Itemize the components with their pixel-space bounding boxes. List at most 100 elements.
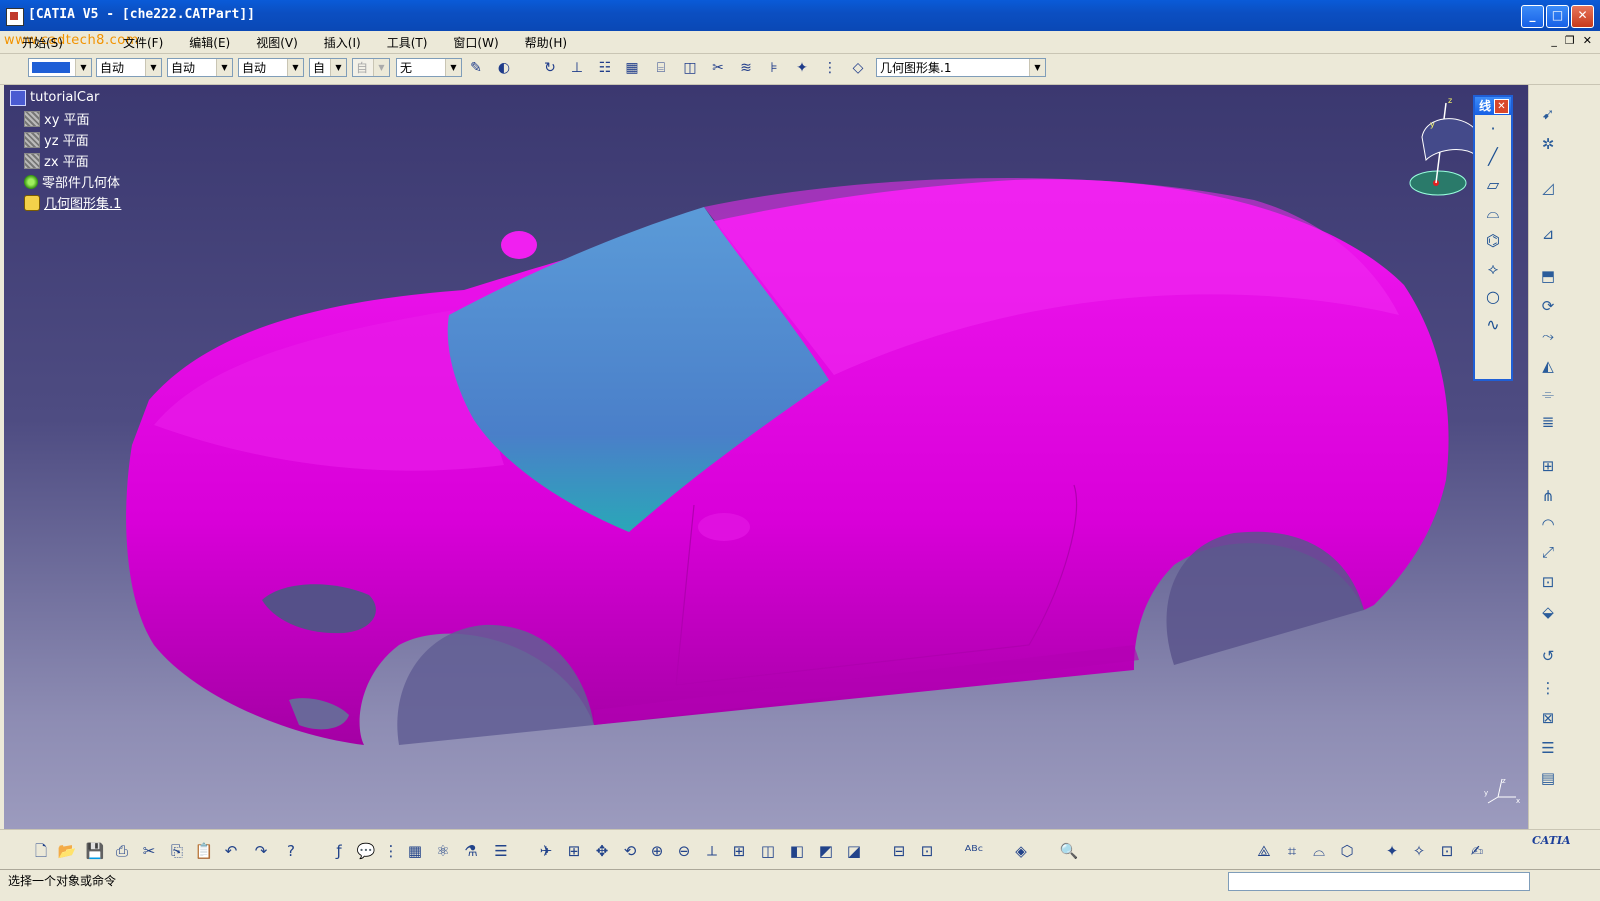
swap-space-icon[interactable]: ◪ bbox=[843, 840, 865, 862]
command-input[interactable] bbox=[1228, 872, 1530, 891]
pattern-icon[interactable]: ⬙ bbox=[1537, 601, 1559, 623]
iso-view-icon[interactable]: ◫ bbox=[757, 840, 779, 862]
fill-icon[interactable]: ◭ bbox=[1537, 355, 1559, 377]
undo-icon[interactable]: ↶ bbox=[220, 840, 242, 862]
multi-view-icon[interactable]: ⊞ bbox=[728, 840, 750, 862]
translate-icon[interactable]: ⤢ bbox=[1537, 541, 1559, 563]
surface-icon[interactable]: ≋ bbox=[736, 58, 756, 78]
tree-item-yz-plane[interactable]: yz 平面 bbox=[10, 129, 121, 150]
axis-tool-icon[interactable]: ⟁ bbox=[1253, 840, 1275, 862]
render-icon[interactable]: ✦ bbox=[1381, 840, 1403, 862]
line-icon[interactable]: ╱ bbox=[1475, 143, 1511, 171]
fit-all-icon[interactable]: ⊞ bbox=[563, 840, 585, 862]
color-combo[interactable]: ▼ bbox=[28, 58, 92, 77]
plane-icon[interactable]: ▱ bbox=[1475, 171, 1511, 199]
spline-icon[interactable]: ∿ bbox=[1475, 311, 1511, 339]
doc-minimize-button[interactable]: _ bbox=[1551, 34, 1557, 47]
fillet-icon[interactable]: ◠ bbox=[1537, 513, 1559, 535]
comment-icon[interactable]: 💬 bbox=[355, 840, 377, 862]
sketch-icon[interactable]: ✲ bbox=[1537, 133, 1559, 155]
extrapolate-icon[interactable]: ⊡ bbox=[1537, 571, 1559, 593]
analysis-icon[interactable]: ⊠ bbox=[1537, 707, 1559, 729]
text-annotation-icon[interactable]: ᴬᴮᶜ bbox=[963, 840, 985, 862]
tree-item-part-body[interactable]: 零部件几何体 bbox=[10, 171, 121, 192]
loft-icon[interactable]: ⌯ bbox=[1537, 383, 1559, 405]
measure-icon[interactable]: ⋮ bbox=[380, 840, 402, 862]
measure-between-icon[interactable]: ⊟ bbox=[888, 840, 910, 862]
camera-icon[interactable]: ⊡ bbox=[1436, 840, 1458, 862]
surface-view-icon[interactable]: ⌓ bbox=[1308, 840, 1330, 862]
axis-system-icon[interactable]: ⊥ bbox=[567, 58, 587, 78]
new-file-icon[interactable]: 🗋 bbox=[30, 840, 52, 862]
3d-viewport[interactable]: tutorialCar xy 平面 yz 平面 zx 平面 零部件几何体 几何图… bbox=[4, 85, 1528, 829]
shading-icon[interactable]: ◧ bbox=[786, 840, 808, 862]
material-icon[interactable]: ◈ bbox=[1010, 840, 1032, 862]
menu-file[interactable]: 文件(F) bbox=[115, 34, 171, 51]
update-icon[interactable]: ↻ bbox=[540, 58, 560, 78]
catalog-icon[interactable]: ▤ bbox=[1537, 767, 1559, 789]
list-icon[interactable]: ⋮ bbox=[820, 58, 840, 78]
doc-close-button[interactable]: ✕ bbox=[1583, 34, 1592, 47]
tree-root[interactable]: tutorialCar bbox=[10, 87, 121, 108]
work-object-icon[interactable]: ◇ bbox=[848, 58, 868, 78]
formula-icon[interactable]: ƒ bbox=[328, 840, 350, 862]
hide-show-icon[interactable]: ◩ bbox=[815, 840, 837, 862]
intersection-icon[interactable]: ⌬ bbox=[1475, 227, 1511, 255]
tree-item-xy-plane[interactable]: xy 平面 bbox=[10, 108, 121, 129]
normal-view-icon[interactable]: ⟂ bbox=[701, 840, 723, 862]
catalog-browser-icon[interactable]: ☰ bbox=[490, 840, 512, 862]
volume-view-icon[interactable]: ⬡ bbox=[1336, 840, 1358, 862]
measure-item-icon[interactable]: ⊡ bbox=[916, 840, 938, 862]
maximize-button[interactable]: □ bbox=[1546, 5, 1569, 28]
grid-pattern-icon[interactable]: ⋮ bbox=[1537, 677, 1559, 699]
zoom-in-icon[interactable]: ⊕ bbox=[646, 840, 668, 862]
grid-icon[interactable]: ▦ bbox=[622, 58, 642, 78]
point-symbol-combo[interactable]: 自动 ▼ bbox=[238, 58, 304, 77]
close-button[interactable]: ✕ bbox=[1571, 5, 1594, 28]
point-icon[interactable]: · bbox=[1475, 115, 1511, 143]
circle-icon[interactable]: ○ bbox=[1475, 283, 1511, 311]
whats-this-icon[interactable]: ? bbox=[280, 840, 302, 862]
redo-icon[interactable]: ↷ bbox=[250, 840, 272, 862]
light-icon[interactable]: ✧ bbox=[1408, 840, 1430, 862]
blend-icon[interactable]: ≣ bbox=[1537, 411, 1559, 433]
menu-help[interactable]: 帮助(H) bbox=[517, 34, 575, 51]
menu-window[interactable]: 窗口(W) bbox=[445, 34, 506, 51]
palette-title-bar[interactable]: 线 ✕ bbox=[1475, 97, 1511, 115]
cube-icon[interactable]: ◫ bbox=[680, 58, 700, 78]
stack-icon[interactable]: ☰ bbox=[1537, 737, 1559, 759]
sweep-icon[interactable]: ⤳ bbox=[1537, 325, 1559, 347]
doc-restore-button[interactable]: ❐ bbox=[1565, 34, 1575, 47]
properties-icon[interactable]: ◐ bbox=[494, 58, 514, 78]
revolve-icon[interactable]: ⟳ bbox=[1537, 295, 1559, 317]
select-icon[interactable]: ➹ bbox=[1537, 103, 1559, 125]
hierarchy-icon[interactable]: ⊧ bbox=[764, 58, 784, 78]
positioned-sketch-icon[interactable]: ⊿ bbox=[1537, 223, 1559, 245]
linetype-combo[interactable]: 自动 ▼ bbox=[96, 58, 162, 77]
render-style-combo[interactable]: 自 ▼ bbox=[309, 58, 347, 77]
menu-view[interactable]: 视图(V) bbox=[248, 34, 306, 51]
open-folder-icon[interactable]: 📂 bbox=[56, 840, 78, 862]
print-icon[interactable]: ⎙ bbox=[111, 840, 133, 862]
app-icon[interactable] bbox=[6, 8, 24, 26]
paste-icon[interactable]: 📋 bbox=[193, 840, 215, 862]
menu-edit[interactable]: 编辑(E) bbox=[181, 34, 238, 51]
thickness-combo[interactable]: 自动 ▼ bbox=[167, 58, 233, 77]
car-model[interactable] bbox=[4, 85, 1528, 829]
copy-icon[interactable]: ⎘ bbox=[166, 840, 188, 862]
parallel-curve-icon[interactable]: ⟡ bbox=[1475, 255, 1511, 283]
split-icon[interactable]: ⋔ bbox=[1537, 485, 1559, 507]
knowledge-icon[interactable]: ⚛ bbox=[432, 840, 454, 862]
extrude-icon[interactable]: ⬒ bbox=[1537, 265, 1559, 287]
menu-start[interactable]: 开始(S) bbox=[14, 34, 71, 51]
wireframe-palette[interactable]: 线 ✕ · ╱ ▱ ⌓ ⌬ ⟡ ○ ∿ bbox=[1473, 95, 1513, 381]
zoom-out-icon[interactable]: ⊖ bbox=[673, 840, 695, 862]
pan-icon[interactable]: ✥ bbox=[591, 840, 613, 862]
join-icon[interactable]: ⊞ bbox=[1537, 455, 1559, 477]
projection-icon[interactable]: ⌓ bbox=[1475, 199, 1511, 227]
apply-material-icon[interactable]: ✍ bbox=[1466, 840, 1488, 862]
tree-icon[interactable]: ☷ bbox=[595, 58, 615, 78]
repetition-icon[interactable]: ↺ bbox=[1537, 645, 1559, 667]
tree-item-geometrical-set[interactable]: 几何图形集.1 bbox=[10, 192, 121, 213]
minimize-button[interactable]: _ bbox=[1521, 5, 1544, 28]
